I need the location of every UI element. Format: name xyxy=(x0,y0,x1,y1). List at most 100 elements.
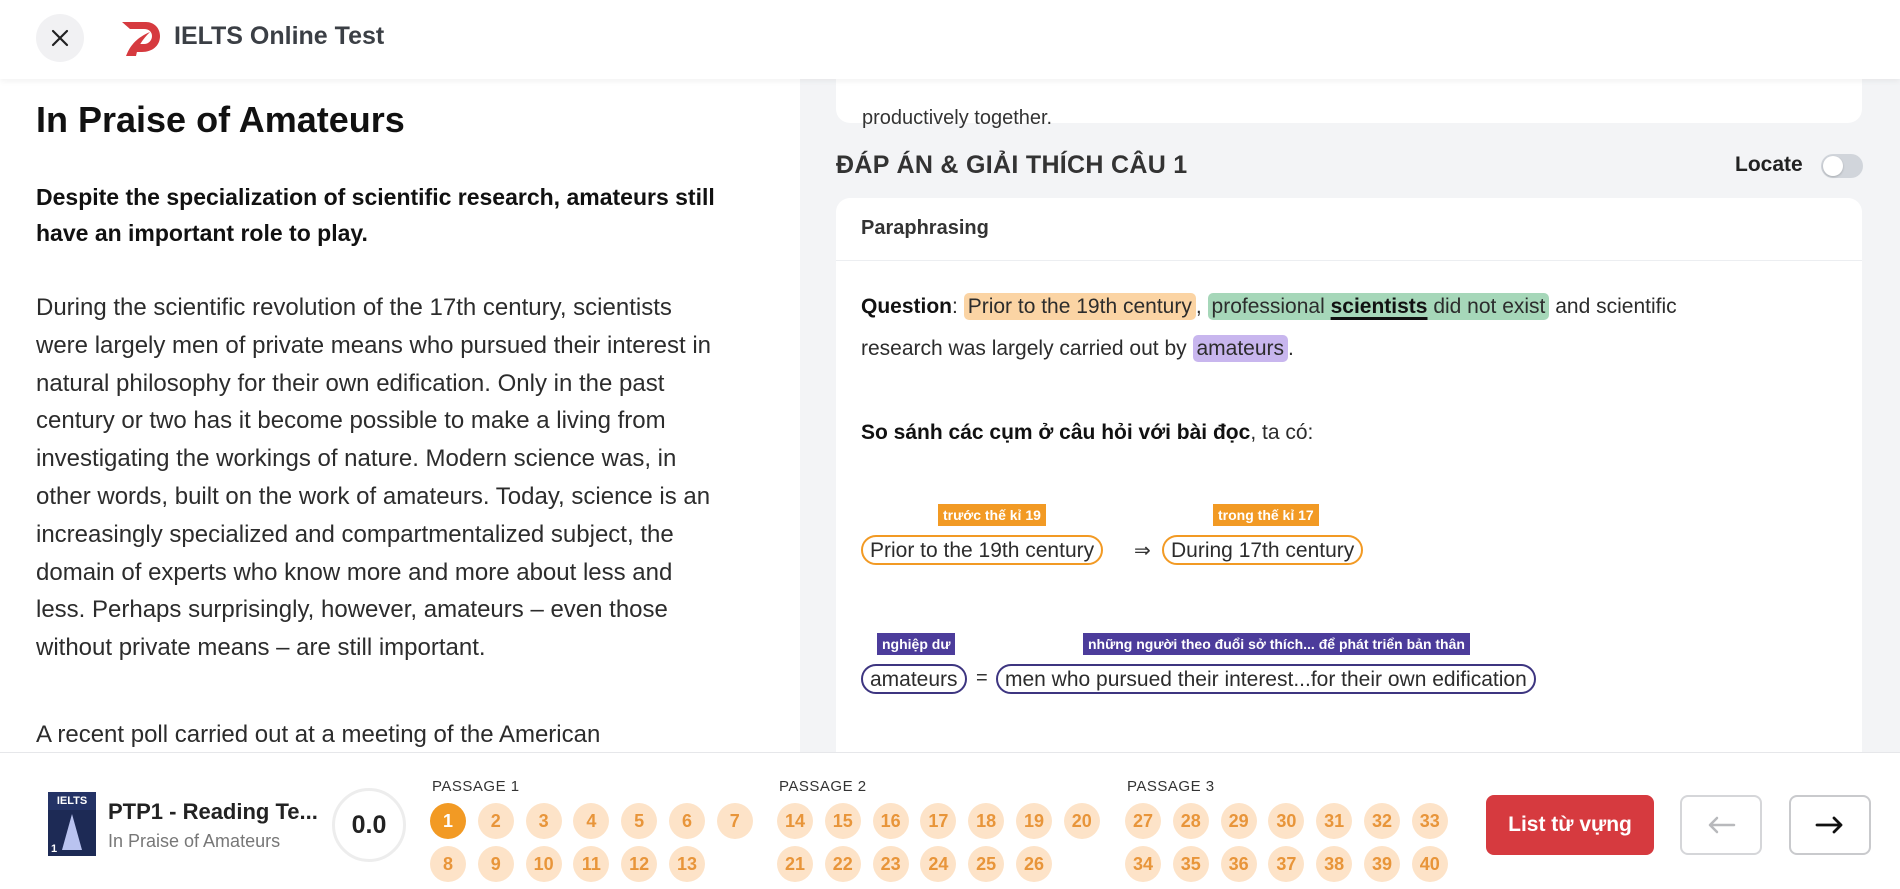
test-title: PTP1 - Reading Te... xyxy=(108,799,318,824)
vocab-list-button[interactable]: List từ vựng xyxy=(1486,795,1654,855)
next-button[interactable] xyxy=(1789,795,1871,855)
passage-line: century or two has it become possible to… xyxy=(36,407,666,435)
question-number-button[interactable]: 30 xyxy=(1268,803,1305,839)
close-button[interactable] xyxy=(36,14,84,62)
question-number-button[interactable]: 10 xyxy=(525,846,562,882)
question-number-button[interactable]: 17 xyxy=(920,803,957,839)
translation-tag: trước thế kỉ 19 xyxy=(938,504,1046,526)
question-number-button[interactable]: 37 xyxy=(1268,846,1305,882)
arrow-symbol: ⇒ xyxy=(1134,540,1151,562)
answer-panel[interactable]: productively together. ĐÁP ÁN & GIẢI THÍ… xyxy=(800,79,1900,752)
translation-tag: trong thế kỉ 17 xyxy=(1213,504,1319,526)
question-number-button[interactable]: 16 xyxy=(872,803,909,839)
phrase-pill: men who pursued their interest...for the… xyxy=(996,664,1536,694)
question-number-button[interactable]: 9 xyxy=(477,846,514,882)
question-number-button[interactable]: 5 xyxy=(621,803,658,839)
thumbnail-graphic xyxy=(62,814,82,850)
bottom-bar: IELTS 1 PTP1 - Reading Te... In Praise o… xyxy=(0,752,1900,889)
question-number-button[interactable]: 11 xyxy=(573,846,610,882)
passage-label: PASSAGE 3 xyxy=(1127,778,1215,795)
question-number-button[interactable]: 3 xyxy=(525,803,562,839)
question-number-button[interactable]: 7 xyxy=(716,803,753,839)
passage-line: less. Perhaps surprisingly, however, ama… xyxy=(36,596,668,624)
prev-button[interactable] xyxy=(1680,795,1762,855)
question-number-button[interactable]: 32 xyxy=(1364,803,1400,839)
question-number-button[interactable]: 4 xyxy=(573,803,610,839)
compare-bold: So sánh các cụm ở câu hỏi với bài đọc xyxy=(861,421,1251,444)
thumbnail-number: 1 xyxy=(51,843,58,855)
passage-label: PASSAGE 2 xyxy=(779,778,867,795)
passage-line: increasingly specialized and compartment… xyxy=(36,520,674,548)
question-number-button[interactable]: 25 xyxy=(968,846,1005,882)
question-number-button[interactable]: 35 xyxy=(1172,846,1209,882)
highlight-orange: Prior to the 19th century xyxy=(963,293,1196,320)
question-number-button[interactable]: 33 xyxy=(1411,803,1448,839)
question-number-button[interactable]: 31 xyxy=(1316,803,1353,839)
question-number-button[interactable]: 26 xyxy=(1016,846,1052,882)
passage-line: domain of experts who know more and more… xyxy=(36,558,673,586)
question-number-button[interactable]: 20 xyxy=(1063,803,1100,839)
question-number-button[interactable]: 19 xyxy=(1016,803,1052,839)
keyword: scientists xyxy=(1330,295,1428,318)
question-number-button[interactable]: 28 xyxy=(1172,803,1209,839)
card-heading: Paraphrasing xyxy=(861,217,989,239)
question-number-button[interactable]: 38 xyxy=(1316,846,1353,882)
arrow-right-icon xyxy=(1815,816,1843,834)
previous-card-text: productively together. xyxy=(862,107,1053,129)
phrase-pill: amateurs xyxy=(861,664,967,694)
answer-section-title: ĐÁP ÁN & GIẢI THÍCH CÂU 1 xyxy=(836,151,1188,179)
translation-tag: nghiệp dư xyxy=(877,633,956,655)
question-number-button[interactable]: 12 xyxy=(621,846,658,882)
question-number-button[interactable]: 39 xyxy=(1364,846,1400,882)
question-number-button[interactable]: 34 xyxy=(1125,846,1161,882)
passage-line: without private means – are still import… xyxy=(36,634,486,662)
passage-label: PASSAGE 1 xyxy=(432,778,520,795)
top-bar: IELTS Online Test xyxy=(0,0,1900,79)
question-line: Question: Prior to the 19th century, pro… xyxy=(861,292,1677,322)
question-number-button[interactable]: 22 xyxy=(824,846,861,882)
question-label: Question xyxy=(861,295,953,318)
app-title: IELTS Online Test xyxy=(174,22,385,50)
question-number-button[interactable]: 13 xyxy=(669,846,705,882)
logo-icon xyxy=(122,22,160,56)
question-end: . xyxy=(1288,337,1294,360)
question-number-button[interactable]: 15 xyxy=(824,803,861,839)
question-number-button[interactable]: 18 xyxy=(968,803,1005,839)
translation-tag: những người theo đuổi sở thích... để phá… xyxy=(1083,633,1470,655)
question-text: and scientific xyxy=(1555,295,1677,318)
locate-toggle[interactable] xyxy=(1821,154,1863,178)
equals-symbol: = xyxy=(976,667,988,689)
question-number-button[interactable]: 23 xyxy=(872,846,909,882)
passage-paragraph: During the scientific revolution of the … xyxy=(36,289,776,667)
score-circle: 0.0 xyxy=(332,788,406,862)
arrow-left-icon xyxy=(1708,816,1736,834)
question-number-button[interactable]: 1 xyxy=(430,803,466,839)
thumbnail-label: IELTS xyxy=(48,792,96,810)
compare-rest: , ta có: xyxy=(1250,421,1314,444)
question-line: research was largely carried out by amat… xyxy=(861,334,1294,364)
locate-label: Locate xyxy=(1735,153,1803,176)
question-number-button[interactable]: 29 xyxy=(1220,803,1257,839)
passage-line: investigating the workings of nature. Mo… xyxy=(36,445,677,473)
toggle-knob xyxy=(1823,156,1843,176)
explanation-card: Paraphrasing Question: Prior to the 19th… xyxy=(836,198,1862,752)
card-header: Paraphrasing xyxy=(836,198,1862,261)
question-number-button[interactable]: 21 xyxy=(777,846,813,882)
question-number-button[interactable]: 27 xyxy=(1125,803,1161,839)
question-number-button[interactable]: 36 xyxy=(1220,846,1257,882)
question-number-button[interactable]: 8 xyxy=(430,846,466,882)
passage-line: natural philosophy for their own edifica… xyxy=(36,369,665,397)
question-comma: , xyxy=(1195,295,1202,318)
question-colon: : xyxy=(952,295,958,318)
passage-paragraph: A recent poll carried out at a meeting o… xyxy=(36,721,601,748)
passage-line: During the scientific revolution of the … xyxy=(36,294,672,321)
question-number-button[interactable]: 24 xyxy=(920,846,957,882)
compare-line: So sánh các cụm ở câu hỏi với bài đọc, t… xyxy=(861,421,1313,445)
phrase-pill: Prior to the 19th century xyxy=(861,535,1104,565)
passage-title: In Praise of Amateurs xyxy=(36,99,405,140)
passage-panel: In Praise of Amateurs Despite the specia… xyxy=(0,79,800,752)
question-number-button[interactable]: 14 xyxy=(777,803,813,839)
question-number-button[interactable]: 40 xyxy=(1411,846,1448,882)
question-number-button[interactable]: 2 xyxy=(477,803,514,839)
question-number-button[interactable]: 6 xyxy=(669,803,705,839)
